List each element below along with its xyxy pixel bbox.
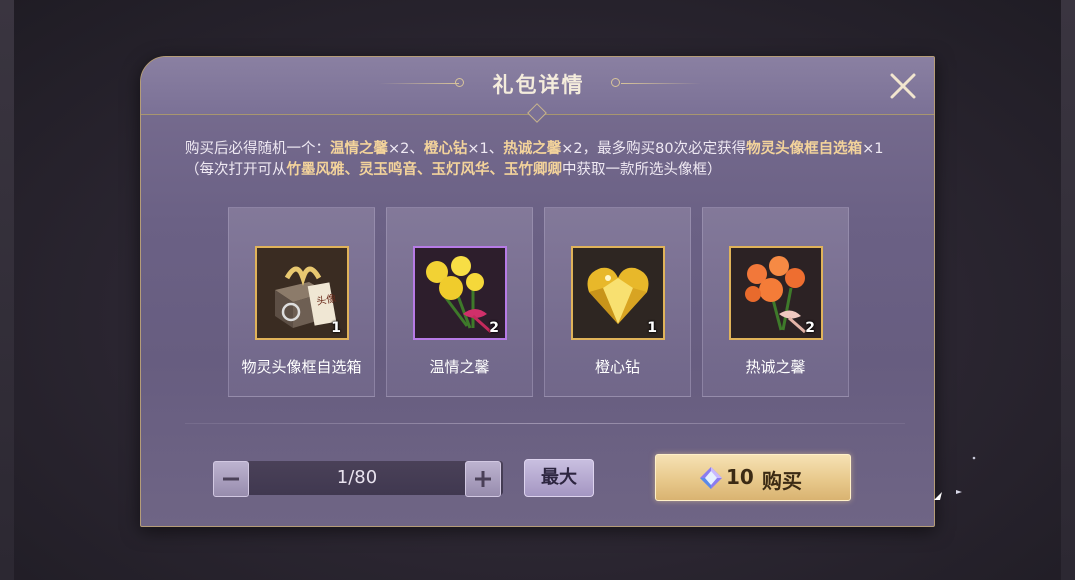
item-name: 物灵头像框自选箱 <box>241 358 362 376</box>
item-card[interactable]: 2 热诚之馨 <box>702 207 849 397</box>
item-icon-frame: 2 <box>413 246 507 340</box>
background-panel-right <box>1061 0 1075 580</box>
dialog-title: 礼包详情 <box>492 73 585 97</box>
desc-highlight-item: 橙心钻 <box>423 141 468 157</box>
desc-highlight-item: 竹墨风雅、灵玉鸣音、玉灯风华、玉竹卿卿 <box>286 162 563 178</box>
item-count: 2 <box>489 320 499 336</box>
buy-button[interactable]: 10 购买 <box>655 454 851 501</box>
item-card[interactable]: 2 温情之馨 <box>386 207 533 397</box>
desc-highlight-item: 温情之馨 <box>330 141 388 157</box>
header-decoration-line-right <box>621 83 701 84</box>
quantity-increase-button[interactable] <box>465 461 501 497</box>
sparkle-decoration <box>972 456 976 460</box>
desc-text: 中获取一款所选头像框） <box>562 162 722 178</box>
minus-icon <box>223 477 239 481</box>
desc-text: ×2，最多购买80次必定获得 <box>561 141 747 157</box>
quantity-decrease-button[interactable] <box>213 461 249 497</box>
item-name: 温情之馨 <box>429 358 490 376</box>
diamond-gem-icon <box>700 467 722 489</box>
max-quantity-button[interactable]: 最大 <box>524 459 594 497</box>
section-divider <box>185 423 905 424</box>
buy-label: 购买 <box>762 469 802 493</box>
item-icon-frame: 2 <box>729 246 823 340</box>
desc-text: ×2、 <box>388 141 424 157</box>
desc-text: ×1、 <box>467 141 504 157</box>
item-icon-frame: 1 <box>571 246 665 340</box>
pack-description: 购买后必得随机一个：温情之馨×2、橙心钻×1、热诚之馨×2，最多购买80次必定获… <box>185 139 905 181</box>
header-decoration-dot-right <box>611 78 620 87</box>
sparkle-decoration <box>934 492 942 500</box>
close-button[interactable] <box>886 69 920 103</box>
desc-text: 购买后必得随机一个： <box>185 141 330 157</box>
item-card[interactable]: 1 橙心钻 <box>544 207 691 397</box>
item-card[interactable]: 头像 1 物灵头像框自选箱 <box>228 207 375 397</box>
buy-price: 10 <box>726 465 754 489</box>
item-name: 热诚之馨 <box>745 358 806 376</box>
item-count: 2 <box>805 320 815 336</box>
plus-icon <box>475 471 491 487</box>
quantity-value: 1/80 <box>336 467 378 488</box>
desc-highlight-item: 物灵头像框自选箱 <box>746 141 863 157</box>
background-panel-left <box>0 0 14 580</box>
item-count: 1 <box>647 320 657 336</box>
item-icon-frame: 头像 1 <box>255 246 349 340</box>
item-count: 1 <box>331 320 341 336</box>
close-icon <box>890 73 916 99</box>
sparkle-decoration <box>956 490 962 494</box>
desc-highlight-item: 热诚之馨 <box>503 141 562 157</box>
gift-pack-details-dialog: 礼包详情 购买后必得随机一个：温情之馨×2、橙心钻×1、热诚之馨×2，最多购买8… <box>140 56 935 527</box>
item-name: 橙心钻 <box>594 358 640 376</box>
